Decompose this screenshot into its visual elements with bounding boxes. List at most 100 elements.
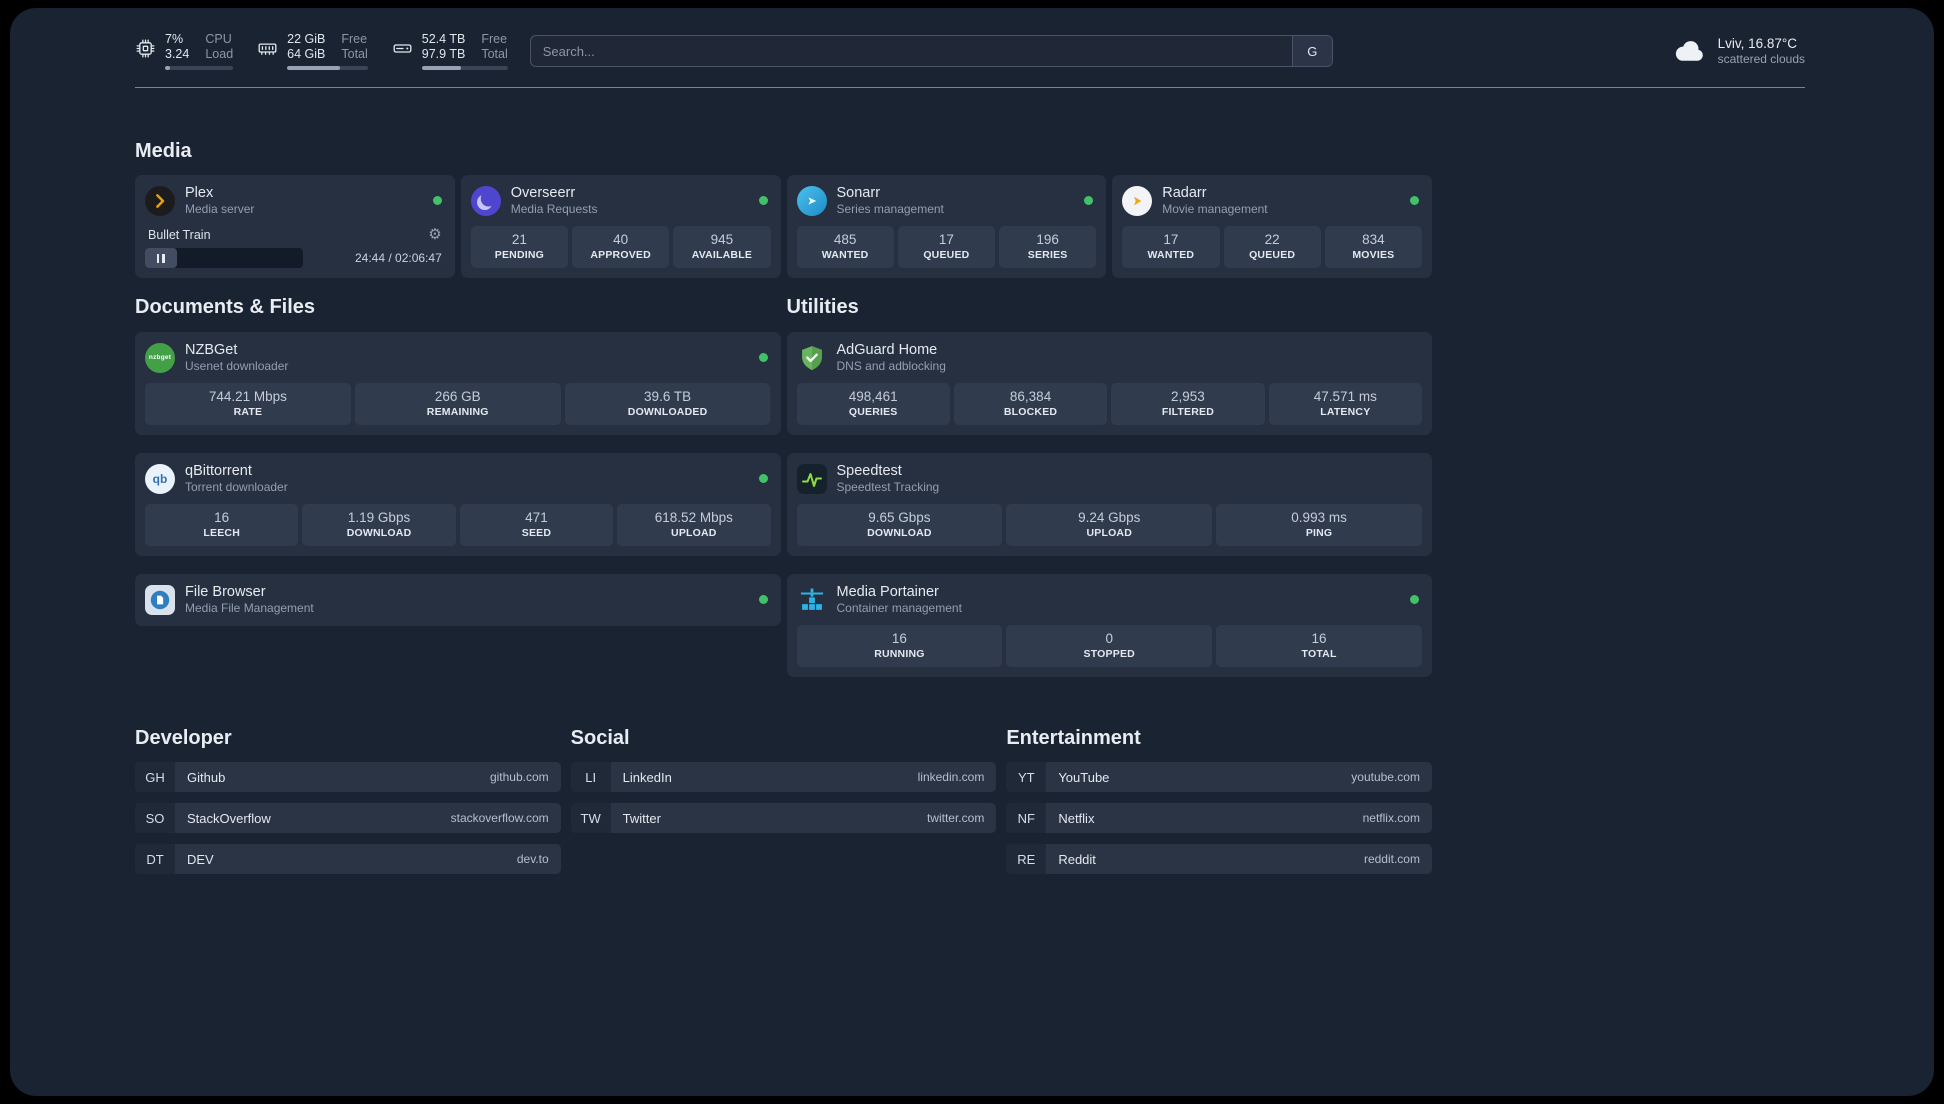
status-dot <box>758 595 768 604</box>
bookmark-reddit[interactable]: RE Reddit reddit.com <box>1006 844 1432 874</box>
service-subtitle: Speedtest Tracking <box>836 480 940 494</box>
bookmark-name: Twitter <box>622 810 661 826</box>
bookmark-name: YouTube <box>1058 769 1110 785</box>
speedtest-icon <box>796 463 827 494</box>
service-card-qbittorrent[interactable]: qb qBittorrent Torrent downloader 16 LEE… <box>135 453 781 556</box>
search-provider-button[interactable]: G <box>1291 36 1332 66</box>
service-card-filebrowser[interactable]: File Browser Media File Management <box>135 574 781 626</box>
bookmark-stackoverflow[interactable]: SO StackOverflow stackoverflow.com <box>135 803 561 833</box>
stat-download: 9.65 Gbps DOWNLOAD <box>796 504 1003 546</box>
utilities-column: Utilities AdGuard Home DNS and adblockin… <box>786 296 1432 677</box>
service-card-sonarr[interactable]: Sonarr Series management 485 WANTED 17 Q… <box>786 175 1107 278</box>
service-card-adguard[interactable]: AdGuard Home DNS and adblocking 498,461 … <box>786 332 1432 435</box>
bookmark-linkedin[interactable]: LI LinkedIn linkedin.com <box>570 762 997 792</box>
header-divider <box>135 87 1805 88</box>
bookmark-name: StackOverflow <box>187 810 271 826</box>
documents-column: Documents & Files nzbget NZBGet Usenet d… <box>135 296 781 677</box>
bookmark-youtube[interactable]: YT YouTube youtube.com <box>1006 762 1432 792</box>
cloud-icon <box>1673 38 1707 64</box>
disk-free-label: Free <box>481 32 508 46</box>
stat-movies: 834 MOVIES <box>1324 226 1422 268</box>
gear-icon[interactable]: ⚙ <box>428 227 441 242</box>
pause-icon[interactable] <box>156 253 165 263</box>
bookmark-domain: linkedin.com <box>917 770 985 784</box>
service-subtitle: DNS and adblocking <box>836 359 946 373</box>
media-card-row: Plex Media server Bullet Train ⚙ 24:44 /… <box>135 175 1432 278</box>
weather-location: Lviv, 16.87°C <box>1717 36 1798 51</box>
service-name: AdGuard Home <box>836 342 938 358</box>
bookmark-github[interactable]: GH Github github.com <box>135 762 561 792</box>
bookmark-name: Github <box>187 769 226 785</box>
bookmark-name: Reddit <box>1058 851 1096 867</box>
status-dot <box>1410 196 1419 205</box>
service-name: Radarr <box>1162 185 1207 201</box>
stat-queued: 22 QUEUED <box>1223 226 1321 268</box>
bookmark-abbr: NF <box>1006 803 1047 833</box>
status-dot <box>758 474 768 483</box>
bookmark-group-developer: Developer GH Github github.com SO StackO… <box>135 727 561 874</box>
top-bar: 7% CPU 3.24 Load 22 GiB Free 64 GiB Tota… <box>135 32 1805 70</box>
service-subtitle: Media Requests <box>510 202 598 216</box>
stat-wanted: 485 WANTED <box>796 226 894 268</box>
service-name: qBittorrent <box>185 463 252 479</box>
service-name: File Browser <box>185 584 266 600</box>
section-title-media: Media <box>135 140 192 162</box>
stat-download: 1.19 Gbps DOWNLOAD <box>302 504 456 546</box>
bookmark-netflix[interactable]: NF Netflix netflix.com <box>1006 803 1432 833</box>
bookmark-twitter[interactable]: TW Twitter twitter.com <box>570 803 997 833</box>
bookmark-domain: reddit.com <box>1363 852 1420 866</box>
disk-free-value: 52.4 TB <box>421 32 466 46</box>
service-name: Plex <box>185 185 214 201</box>
cpu-widget: 7% CPU 3.24 Load <box>135 32 234 70</box>
stat-ping: 0.993 ms PING <box>1216 504 1422 546</box>
service-name: NZBGet <box>185 342 238 358</box>
cpu-load-label: Load <box>205 47 234 61</box>
cpu-usage-value: 7% <box>165 32 184 46</box>
search-bar: G <box>529 35 1333 67</box>
bookmark-abbr: YT <box>1006 762 1047 792</box>
service-card-nzbget[interactable]: nzbget NZBGet Usenet downloader 744.21 M… <box>135 332 781 435</box>
memory-icon <box>257 38 278 59</box>
stat-upload: 618.52 Mbps UPLOAD <box>617 504 771 546</box>
section-title-developer: Developer <box>135 727 232 749</box>
bookmark-abbr: TW <box>570 803 611 833</box>
disk-total-label: Total <box>481 47 508 61</box>
stat-seed: 471 SEED <box>459 504 614 546</box>
overseerr-icon <box>470 185 501 216</box>
bookmark-dev[interactable]: DT DEV dev.to <box>135 844 561 874</box>
bookmark-group-social: Social LI LinkedIn linkedin.com TW Twitt… <box>570 727 997 874</box>
portainer-icon <box>797 585 827 615</box>
bookmark-abbr: SO <box>135 803 175 833</box>
service-card-plex[interactable]: Plex Media server Bullet Train ⚙ 24:44 /… <box>135 175 455 278</box>
filebrowser-icon <box>145 584 175 615</box>
service-name: Sonarr <box>836 185 881 201</box>
stat-queries: 498,461 QUERIES <box>796 383 950 425</box>
bookmark-domain: github.com <box>489 770 549 784</box>
dashboard-screen: 7% CPU 3.24 Load 22 GiB Free 64 GiB Tota… <box>0 0 1944 1104</box>
service-card-portainer[interactable]: Media Portainer Container management 16 … <box>786 574 1432 677</box>
stat-approved: 40 APPROVED <box>572 226 670 268</box>
section-title-utilities: Utilities <box>786 296 859 318</box>
stat-leech: 16 LEECH <box>145 504 299 546</box>
service-card-radarr[interactable]: Radarr Movie management 17 WANTED 22 QUE… <box>1112 175 1432 278</box>
bookmark-domain: dev.to <box>516 852 549 866</box>
bookmark-domain: netflix.com <box>1362 811 1420 825</box>
bookmark-name: Netflix <box>1058 810 1095 826</box>
search-input[interactable] <box>530 36 1292 66</box>
service-card-overseerr[interactable]: Overseerr Media Requests 21 PENDING 40 A… <box>460 175 781 278</box>
service-card-speedtest[interactable]: Speedtest Speedtest Tracking 9.65 Gbps D… <box>786 453 1432 556</box>
media-progress-bar[interactable] <box>145 248 303 268</box>
cpu-usage-label: CPU <box>205 32 232 46</box>
stat-queued: 17 QUEUED <box>897 226 995 268</box>
service-subtitle: Media server <box>185 202 255 216</box>
stat-series: 196 SERIES <box>999 226 1097 268</box>
bookmark-domain: stackoverflow.com <box>450 811 549 825</box>
memory-progress-bar <box>287 66 368 70</box>
disk-total-value: 97.9 TB <box>421 47 466 61</box>
memory-free-value: 22 GiB <box>287 32 326 46</box>
service-name: Media Portainer <box>836 584 939 600</box>
bookmark-group-entertainment: Entertainment YT YouTube youtube.com NF … <box>1006 727 1432 874</box>
weather-condition: scattered clouds <box>1717 52 1805 66</box>
bookmark-abbr: RE <box>1006 844 1047 874</box>
resource-widgets: 7% CPU 3.24 Load 22 GiB Free 64 GiB Tota… <box>135 32 508 70</box>
